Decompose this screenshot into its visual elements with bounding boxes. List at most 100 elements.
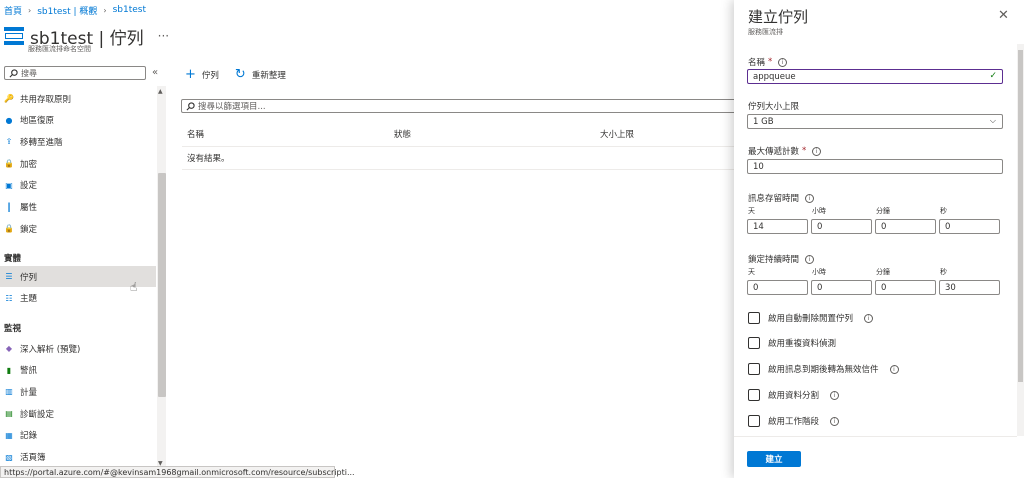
max-delivery-input[interactable]: 10 bbox=[747, 159, 1003, 174]
sidebar-item[interactable]: ▣ 設定 bbox=[0, 175, 156, 196]
sidebar-item[interactable]: ▮ 警訊 bbox=[0, 360, 156, 381]
refresh-button[interactable]: 重新整理 bbox=[252, 69, 286, 81]
sidebar-search-input[interactable]: 搜尋 bbox=[4, 66, 146, 80]
column-header-status[interactable]: 狀態 bbox=[394, 128, 411, 140]
toolbar: + 佇列 ↻ 重新整理 bbox=[185, 67, 286, 82]
properties-icon: ┃ bbox=[6, 202, 12, 212]
partitioning-checkbox[interactable] bbox=[748, 389, 760, 401]
add-queue-button[interactable]: 佇列 bbox=[202, 69, 219, 81]
ttl-hours-input[interactable]: 0 bbox=[811, 219, 872, 234]
sidebar-item[interactable]: ▤ 診斷設定 bbox=[0, 403, 156, 424]
lock-minutes-value: 0 bbox=[881, 282, 887, 293]
create-button[interactable]: 建立 bbox=[747, 451, 801, 467]
scroll-up-icon[interactable]: ▲ bbox=[158, 88, 163, 95]
info-icon[interactable]: i bbox=[889, 364, 899, 374]
sidebar-item[interactable]: 🔑 共用存取原則 bbox=[0, 88, 156, 109]
ttl-minutes-value: 0 bbox=[881, 221, 887, 232]
panel-scrollbar-thumb[interactable] bbox=[1018, 50, 1023, 382]
sidebar-item-label: 鎖定 bbox=[20, 224, 38, 235]
sidebar-item[interactable]: ▥ 計量 bbox=[0, 381, 156, 402]
lock-days-input[interactable]: 0 bbox=[747, 280, 808, 295]
max-size-label-row: 佇列大小上限 bbox=[748, 100, 799, 112]
close-icon[interactable]: ✕ bbox=[998, 8, 1009, 23]
info-icon[interactable]: i bbox=[830, 390, 840, 400]
info-icon[interactable]: i bbox=[812, 146, 822, 156]
metrics-icon: ▥ bbox=[5, 387, 13, 397]
info-icon[interactable]: i bbox=[830, 416, 840, 426]
name-label: 名稱 bbox=[748, 58, 766, 68]
lock-label: 鎖定持續時間 bbox=[748, 255, 800, 265]
checkbox-row-sessions[interactable]: 啟用工作階段 i bbox=[748, 415, 840, 427]
required-mark: * bbox=[802, 146, 807, 156]
sidebar-item[interactable]: ┃ 屬性 bbox=[0, 197, 156, 218]
checkbox-row-duplicate-detection[interactable]: 啟用重複資料偵測 bbox=[748, 337, 836, 349]
info-icon[interactable]: i bbox=[778, 57, 788, 67]
lock-hours-input[interactable]: 0 bbox=[811, 280, 872, 295]
auto-delete-label: 啟用自動刪除閒置佇列 bbox=[768, 314, 854, 324]
checkbox-row-dead-letter[interactable]: 啟用訊息到期後轉為無效信件 i bbox=[748, 363, 899, 375]
table-empty-row: 沒有結果。 bbox=[182, 146, 742, 170]
page-subtitle: 服務匯流排命名空間 bbox=[28, 45, 91, 53]
more-options-button[interactable]: ··· bbox=[158, 29, 169, 43]
sidebar-search-placeholder: 搜尋 bbox=[21, 68, 37, 78]
checkbox-row-partitioning[interactable]: 啟用資料分割 i bbox=[748, 389, 840, 401]
sessions-label: 啟用工作階段 bbox=[768, 417, 820, 427]
filter-input[interactable]: 搜尋以篩選項目... bbox=[181, 99, 741, 113]
info-icon[interactable]: i bbox=[864, 313, 874, 323]
sidebar-item[interactable]: ⇪ 移轉至進階 bbox=[0, 131, 156, 152]
breadcrumb-overview[interactable]: sb1test | 概觀 bbox=[37, 4, 97, 17]
checkbox-row-auto-delete[interactable]: 啟用自動刪除閒置佇列 i bbox=[748, 312, 874, 324]
workbook-icon: ▧ bbox=[5, 452, 13, 462]
info-icon[interactable]: i bbox=[805, 254, 815, 264]
sidebar-item[interactable]: 🔒 加密 bbox=[0, 153, 156, 174]
globe-icon: ● bbox=[5, 115, 13, 125]
sidebar-item-label: 活頁簿 bbox=[20, 453, 46, 463]
add-icon[interactable]: + bbox=[185, 67, 196, 82]
sidebar-item[interactable]: ◆ 深入解析 (預覽) bbox=[0, 338, 156, 359]
column-header-max-size[interactable]: 大小上限 bbox=[600, 128, 634, 140]
panel-subtitle: 服務匯流排 bbox=[748, 28, 783, 36]
duplicate-detection-checkbox[interactable] bbox=[748, 337, 760, 349]
ttl-label-row: 訊息存留時間 i bbox=[748, 192, 815, 204]
info-icon[interactable]: i bbox=[805, 193, 815, 203]
lock-icon: 🔒 bbox=[4, 159, 14, 169]
breadcrumb-home[interactable]: 首頁 bbox=[4, 4, 22, 17]
queue-name-input[interactable]: appqueue ✓ bbox=[747, 69, 1003, 84]
search-icon bbox=[9, 68, 18, 77]
sidebar-item-label: 計量 bbox=[20, 387, 38, 398]
sidebar-item-label: 加密 bbox=[20, 159, 38, 170]
panel-title: 建立佇列 bbox=[748, 8, 809, 26]
ttl-minutes-input[interactable]: 0 bbox=[875, 219, 936, 234]
dead-letter-label: 啟用訊息到期後轉為無效信件 bbox=[768, 365, 879, 375]
ttl-hours-label: 小時 bbox=[812, 207, 826, 215]
checkmark-icon: ✓ bbox=[989, 71, 997, 81]
sidebar-item[interactable]: ▦ 記錄 bbox=[0, 425, 156, 446]
chevron-down-icon: ⌵ bbox=[989, 116, 996, 125]
breadcrumb-current[interactable]: sb1test bbox=[113, 5, 146, 15]
dead-letter-checkbox[interactable] bbox=[748, 363, 760, 375]
ttl-hours-value: 0 bbox=[817, 221, 823, 232]
max-size-select[interactable]: 1 GB ⌵ bbox=[747, 114, 1003, 129]
queue-icon: ☰ bbox=[5, 272, 13, 281]
servicebus-icon bbox=[4, 27, 24, 45]
sidebar-item[interactable]: ▧ 活頁簿 bbox=[0, 447, 156, 468]
ttl-days-input[interactable]: 14 bbox=[747, 219, 808, 234]
column-header-name[interactable]: 名稱 bbox=[187, 128, 204, 140]
sidebar-scrollbar-thumb[interactable] bbox=[158, 173, 166, 397]
lock-minutes-input[interactable]: 0 bbox=[875, 280, 936, 295]
auto-delete-checkbox[interactable] bbox=[748, 312, 760, 324]
lock-seconds-label: 秒 bbox=[940, 268, 947, 276]
refresh-icon[interactable]: ↻ bbox=[235, 67, 246, 82]
sidebar-item-label: 設定 bbox=[20, 181, 38, 192]
lock-seconds-input[interactable]: 30 bbox=[939, 280, 1000, 295]
key-icon: 🔑 bbox=[4, 94, 14, 103]
max-size-label: 佇列大小上限 bbox=[748, 102, 800, 112]
sidebar-item[interactable]: ● 地區復原 bbox=[0, 110, 156, 131]
partitioning-label: 啟用資料分割 bbox=[768, 391, 820, 401]
sidebar-item-label: 警訊 bbox=[20, 366, 38, 377]
ttl-days-label: 天 bbox=[748, 207, 755, 215]
sessions-checkbox[interactable] bbox=[748, 415, 760, 427]
ttl-seconds-input[interactable]: 0 bbox=[939, 219, 1000, 234]
collapse-sidebar-button[interactable]: « bbox=[152, 67, 158, 78]
sidebar-item[interactable]: 🔒 鎖定 bbox=[0, 218, 156, 239]
